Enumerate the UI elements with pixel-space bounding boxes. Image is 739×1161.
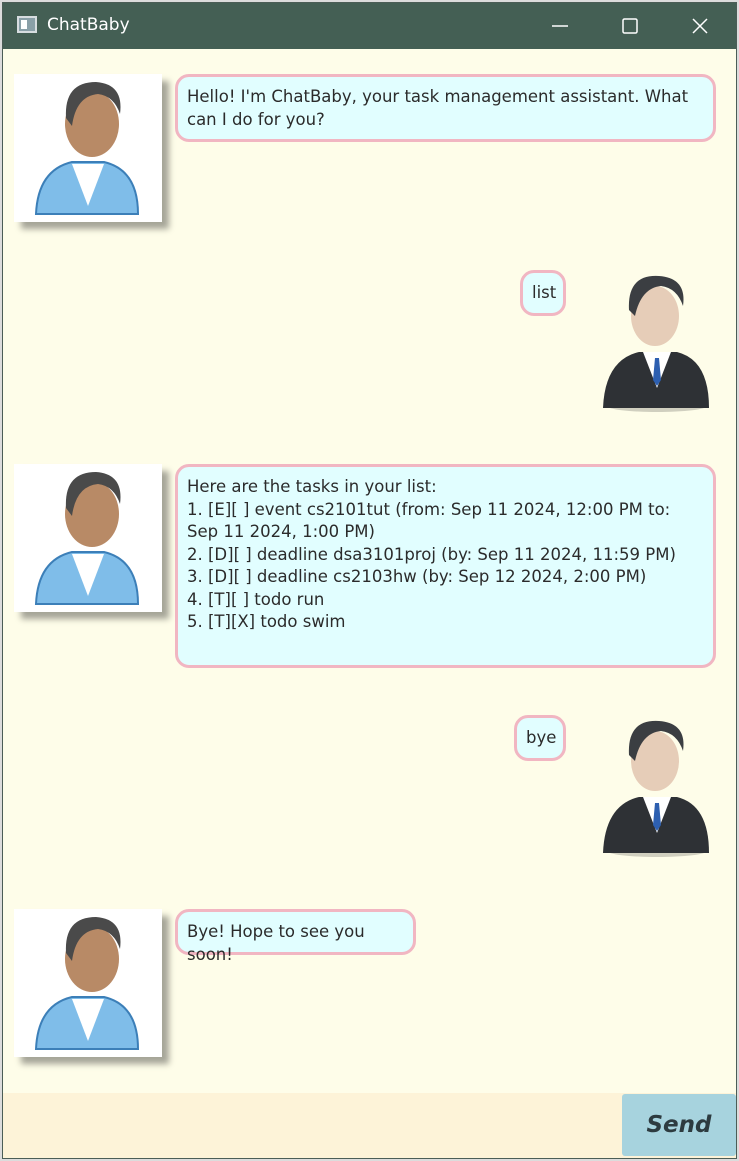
title-bar[interactable]: ChatBaby bbox=[3, 3, 736, 49]
window-title: ChatBaby bbox=[47, 15, 130, 35]
app-window-icon bbox=[17, 16, 37, 33]
user-avatar bbox=[581, 713, 729, 861]
user-message-bubble: list bbox=[520, 270, 566, 316]
minimize-icon bbox=[552, 25, 568, 27]
bot-avatar bbox=[14, 464, 162, 612]
maximize-icon bbox=[622, 18, 638, 34]
close-button[interactable] bbox=[665, 3, 735, 49]
maximize-button[interactable] bbox=[595, 3, 665, 49]
minimize-button[interactable] bbox=[525, 3, 595, 49]
bot-avatar bbox=[14, 909, 162, 1057]
dialog-container[interactable]: Hello! I'm ChatBaby, your task managemen… bbox=[3, 49, 736, 1093]
user-message-bubble: bye bbox=[514, 715, 566, 761]
close-icon bbox=[692, 18, 708, 34]
bot-message-bubble: Bye! Hope to see you soon! bbox=[175, 909, 416, 964]
message-input[interactable] bbox=[3, 1093, 621, 1158]
bot-message-bubble: Hello! I'm ChatBaby, your task managemen… bbox=[175, 74, 716, 142]
user-avatar bbox=[581, 268, 729, 416]
bot-avatar bbox=[14, 74, 162, 222]
chat-window: ChatBaby Hello! I'm ChatBaby, your task … bbox=[2, 2, 737, 1159]
bot-message-bubble: Here are the tasks in your list: 1. [E][… bbox=[175, 464, 716, 668]
send-button[interactable]: Send bbox=[622, 1094, 736, 1156]
